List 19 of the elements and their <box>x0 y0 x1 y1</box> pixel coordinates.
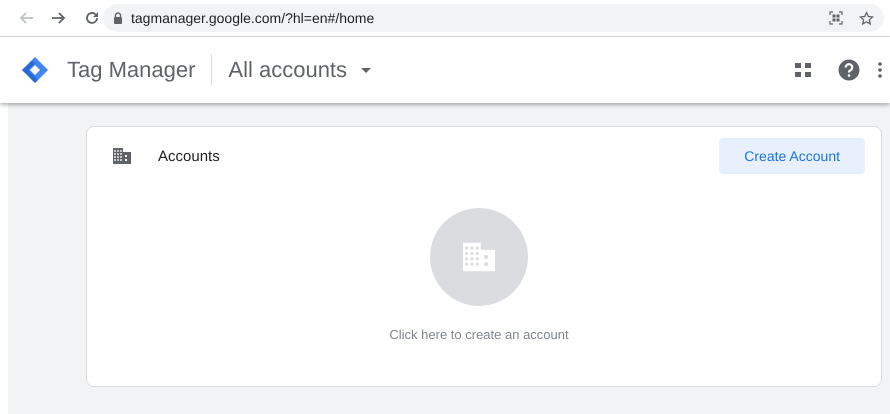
empty-state-message[interactable]: Click here to create an account <box>389 327 569 342</box>
account-picker[interactable]: All accounts <box>228 57 372 83</box>
apps-grid-icon[interactable] <box>794 61 812 79</box>
qr-code-icon[interactable] <box>829 11 843 25</box>
app-title: Tag Manager <box>67 57 196 83</box>
lock-icon[interactable] <box>113 12 123 24</box>
create-account-button[interactable]: Create Account <box>719 138 865 174</box>
help-icon[interactable] <box>838 59 860 81</box>
building-icon <box>112 147 132 165</box>
tag-manager-logo-icon <box>20 55 50 85</box>
reload-icon[interactable] <box>84 10 100 26</box>
url-text: tagmanager.google.com/?hl=en#/home <box>131 10 376 26</box>
card-title: Accounts <box>158 148 221 164</box>
dropdown-caret-icon <box>361 68 372 72</box>
more-options-icon[interactable] <box>878 62 882 78</box>
star-icon[interactable] <box>859 10 874 26</box>
building-icon <box>461 241 497 273</box>
forward-icon[interactable] <box>51 10 67 26</box>
address-bar[interactable]: tagmanager.google.com/?hl=en#/home <box>103 4 884 32</box>
